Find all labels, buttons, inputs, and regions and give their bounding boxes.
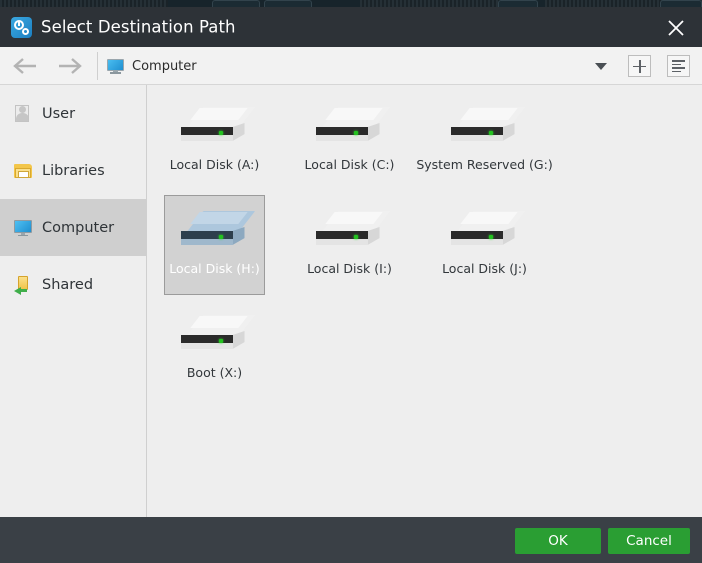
chevron-down-icon[interactable] — [592, 60, 610, 74]
hard-drive-icon — [314, 209, 386, 255]
ok-button[interactable]: OK — [515, 528, 601, 554]
sidebar-item-computer[interactable]: Computer — [0, 199, 146, 256]
sidebar-item-shared[interactable]: Shared — [0, 256, 146, 313]
toolbar-separator — [97, 52, 98, 80]
list-view-icon[interactable] — [667, 55, 690, 77]
sidebar-item-label: Libraries — [42, 163, 105, 179]
hard-drive-icon — [449, 209, 521, 255]
drive-item-label: Local Disk (H:) — [169, 261, 260, 276]
libraries-icon — [14, 162, 32, 180]
hard-drive-icon — [314, 105, 386, 151]
plus-icon[interactable] — [628, 55, 651, 77]
titlebar: Select Destination Path — [0, 7, 702, 47]
drive-item-c[interactable]: Local Disk (C:) — [299, 91, 400, 191]
drive-item-label: Local Disk (A:) — [170, 157, 260, 172]
sidebar-item-label: Computer — [42, 220, 114, 236]
dialog-footer: OK Cancel — [0, 517, 702, 563]
drive-item-i[interactable]: Local Disk (I:) — [299, 195, 400, 295]
arrow-right-icon[interactable] — [54, 55, 86, 77]
drive-item-g[interactable]: System Reserved (G:) — [434, 91, 535, 191]
drive-item-label: Local Disk (J:) — [442, 261, 527, 276]
computer-icon — [14, 219, 32, 237]
hard-drive-icon — [179, 313, 251, 359]
path-value: Computer — [132, 59, 197, 74]
hard-drive-icon — [179, 209, 251, 255]
cancel-button[interactable]: Cancel — [608, 528, 690, 554]
path-breadcrumb[interactable]: Computer — [107, 52, 585, 80]
drive-item-h[interactable]: Local Disk (H:) — [164, 195, 265, 295]
close-icon[interactable] — [658, 13, 694, 41]
user-icon — [14, 105, 32, 123]
file-list-panel: Local Disk (A:) Local Disk (C:) System R… — [148, 85, 702, 517]
drive-item-a[interactable]: Local Disk (A:) — [164, 91, 265, 191]
arrow-left-icon[interactable] — [10, 55, 42, 77]
navigation-toolbar: Computer — [0, 47, 702, 85]
hard-drive-icon — [179, 105, 251, 151]
drive-item-label: Boot (X:) — [187, 365, 242, 380]
settings-gear-clock-icon — [11, 17, 32, 38]
drive-item-j[interactable]: Local Disk (J:) — [434, 195, 535, 295]
drive-grid: Local Disk (A:) Local Disk (C:) System R… — [148, 85, 702, 403]
sidebar-item-user[interactable]: User — [0, 85, 146, 142]
drive-item-label: Local Disk (I:) — [307, 261, 392, 276]
sidebar-item-label: User — [42, 106, 75, 122]
drive-item-x[interactable]: Boot (X:) — [164, 299, 265, 399]
window-title: Select Destination Path — [41, 18, 236, 37]
hard-drive-icon — [449, 105, 521, 151]
sidebar-item-libraries[interactable]: Libraries — [0, 142, 146, 199]
computer-monitor-icon — [107, 59, 124, 74]
background-window-strip — [0, 0, 702, 7]
drive-item-label: Local Disk (C:) — [305, 157, 395, 172]
sidebar: User Libraries Computer Shared — [0, 85, 147, 517]
drive-item-label: System Reserved (G:) — [416, 157, 552, 172]
shared-folder-icon — [14, 276, 32, 294]
sidebar-item-label: Shared — [42, 277, 93, 293]
select-destination-path-dialog: Select Destination Path — [0, 0, 702, 563]
